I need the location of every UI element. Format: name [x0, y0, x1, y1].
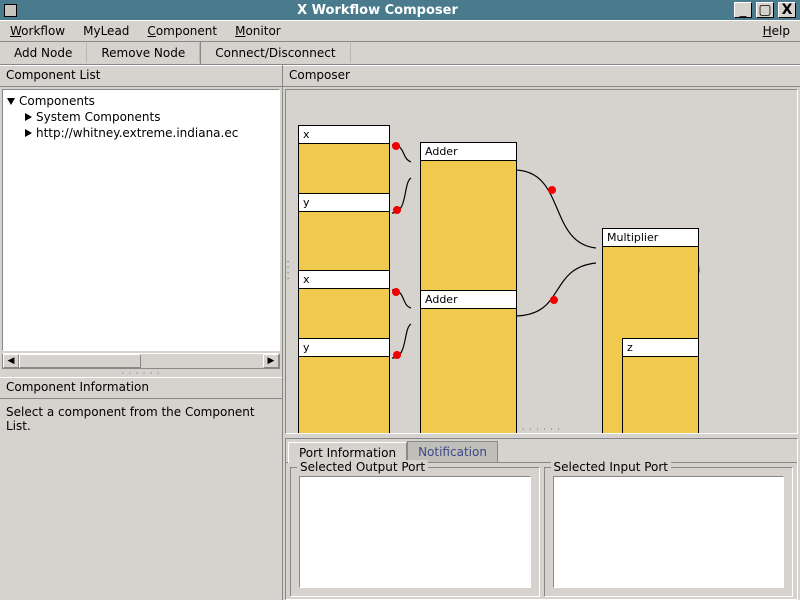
node-title: y: [299, 194, 389, 212]
component-info-text: Select a component from the Component Li…: [0, 399, 282, 600]
selected-input-port-content: [553, 476, 785, 588]
selected-output-port-content: [299, 476, 531, 588]
node-title: Adder: [421, 291, 516, 309]
menu-help[interactable]: Help: [759, 23, 794, 39]
titlebar: X Workflow Composer _ ▢ X: [0, 0, 800, 20]
toolbar: Add Node Remove Node Connect/Disconnect: [0, 42, 800, 65]
node-title: z: [623, 339, 698, 357]
close-button[interactable]: X: [778, 2, 796, 18]
selected-output-port-box: Selected Output Port: [290, 467, 540, 597]
tree-item[interactable]: http://whitney.extreme.indiana.ec: [7, 125, 275, 141]
split-handle-v2[interactable]: · · · ·: [285, 260, 292, 280]
tab-notification[interactable]: Notification: [407, 441, 498, 462]
bottom-tabs: Port Information Notification: [286, 439, 797, 462]
groupbox-legend: Selected Input Port: [551, 460, 672, 474]
node-title: Adder: [421, 143, 516, 161]
component-info-header: Component Information: [0, 377, 282, 399]
composer-header: Composer: [283, 65, 800, 87]
scroll-thumb[interactable]: [19, 354, 141, 368]
node-output-z[interactable]: z: [622, 338, 699, 434]
tree-root[interactable]: Components: [7, 93, 275, 109]
tree-h-scrollbar[interactable]: ◀ ▶: [2, 353, 280, 369]
remove-node-button[interactable]: Remove Node: [87, 43, 200, 63]
menu-component[interactable]: Component: [143, 23, 221, 39]
tree-item-label: System Components: [36, 109, 160, 125]
scroll-right-icon[interactable]: ▶: [263, 354, 279, 368]
node-title: y: [299, 339, 389, 357]
connect-disconnect-button[interactable]: Connect/Disconnect: [201, 43, 350, 63]
twisty-open-icon[interactable]: [7, 98, 15, 105]
split-handle-v[interactable]: · · · · · ·: [286, 425, 797, 433]
node-title: x: [299, 271, 389, 289]
menu-workflow[interactable]: Workflow: [6, 23, 69, 39]
maximize-button[interactable]: ▢: [756, 2, 774, 18]
twisty-closed-icon[interactable]: [25, 129, 32, 137]
tree-item-label: http://whitney.extreme.indiana.ec: [36, 125, 238, 141]
node-title: x: [299, 126, 389, 144]
component-list-header: Component List: [0, 65, 282, 87]
split-handle-h[interactable]: · · · · · ·: [0, 369, 282, 377]
tree-root-label: Components: [19, 93, 95, 109]
menu-mylead[interactable]: MyLead: [79, 23, 133, 39]
node-adder-2[interactable]: Adder: [420, 290, 517, 434]
twisty-closed-icon[interactable]: [25, 113, 32, 121]
system-menu-icon[interactable]: [4, 4, 17, 17]
add-node-button[interactable]: Add Node: [0, 43, 87, 63]
window-title: X Workflow Composer: [25, 3, 730, 18]
minimize-button[interactable]: _: [734, 2, 752, 18]
menu-monitor[interactable]: Monitor: [231, 23, 285, 39]
groupbox-legend: Selected Output Port: [297, 460, 428, 474]
menubar: Workflow MyLead Component Monitor Help: [0, 20, 800, 42]
selected-input-port-box: Selected Input Port: [544, 467, 794, 597]
scroll-left-icon[interactable]: ◀: [3, 354, 19, 368]
tree-item[interactable]: System Components: [7, 109, 275, 125]
node-title: Multiplier: [603, 229, 698, 247]
node-input-y2[interactable]: y Set Value: [298, 338, 390, 434]
port-in-icon[interactable]: [423, 434, 431, 435]
component-tree[interactable]: Components System Components http://whit…: [2, 89, 280, 351]
composer-canvas[interactable]: x Set Value y Set Value x Set Value y Se…: [285, 89, 798, 434]
